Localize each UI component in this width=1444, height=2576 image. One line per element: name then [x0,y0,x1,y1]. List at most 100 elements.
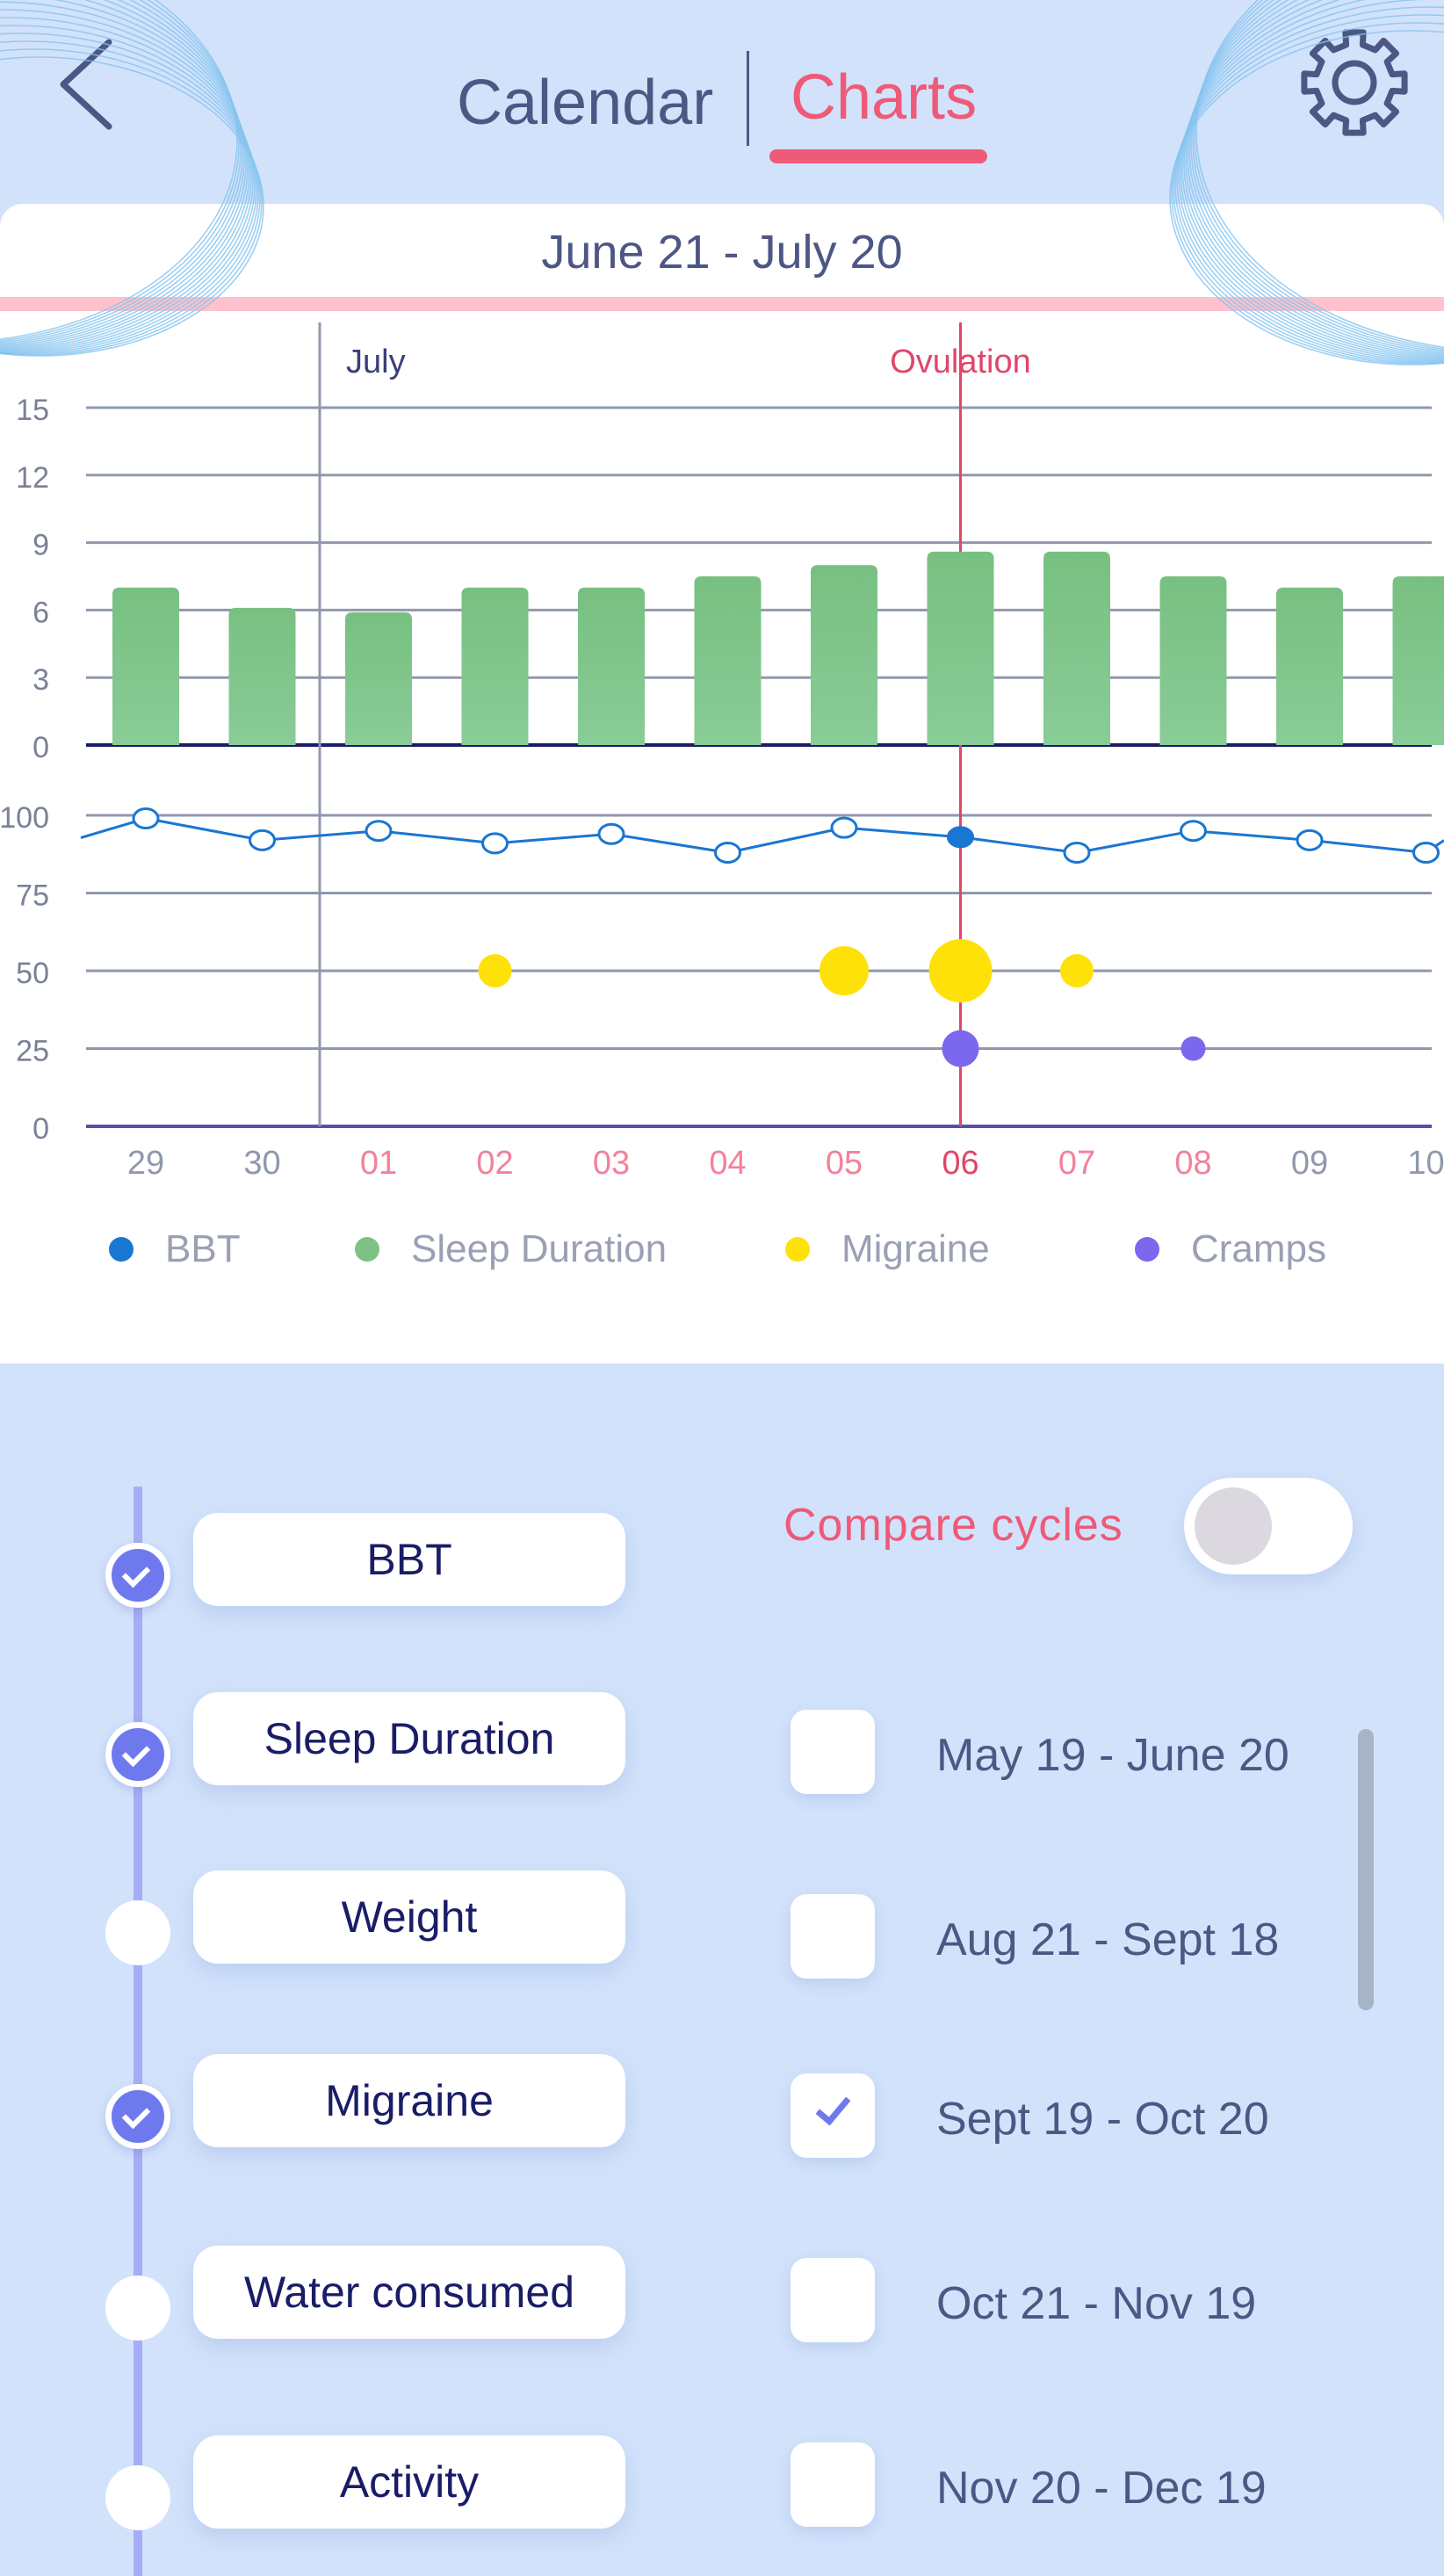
sleep-y-tick-label: 6 [32,596,49,629]
x-tick-label: 30 [243,1145,280,1182]
compare-cycles-label: Compare cycles [783,1499,1123,1552]
sleep-duration-bar [1276,588,1343,745]
bbt-point [949,828,973,847]
x-tick-label: 04 [709,1145,746,1182]
bbt-point [1065,843,1089,862]
metric-pill-activity[interactable]: Activity [193,2435,625,2529]
bbt-point [1414,843,1439,862]
symptom-y-tick-label: 100 [0,801,49,835]
cycle-chart[interactable]: 151296301007550250JulyOvulation293001020… [0,204,1444,1364]
legend-item: BBT [109,1214,241,1284]
bbt-point [366,821,391,841]
cycle-label: Sept 19 - Oct 20 [936,2093,1269,2145]
sleep-duration-bar [1160,576,1227,745]
legend-item: Migraine [785,1214,990,1284]
chart-card: June 21 - July 20 151296301007550250July… [0,204,1444,1364]
symptom-y-tick-label: 75 [16,879,49,913]
sleep-y-tick-label: 9 [32,529,49,562]
metric-checkbox[interactable] [105,1543,170,1608]
x-tick-label: 02 [476,1145,513,1182]
cramps-point [1181,1037,1206,1061]
symptom-y-tick-label: 25 [16,1035,49,1068]
bbt-point [250,830,275,850]
sleep-y-tick-label: 0 [32,731,49,764]
x-tick-label: 08 [1174,1145,1211,1182]
legend-item: Cramps [1135,1214,1326,1284]
x-tick-label: 29 [127,1145,164,1182]
legend-item: Sleep Duration [355,1214,667,1284]
x-tick-label: 10 [1407,1145,1444,1182]
tab-calendar[interactable]: Calendar [457,67,713,139]
legend-label: BBT [165,1227,241,1271]
cycle-checkbox[interactable] [791,2073,875,2158]
bbt-point [1181,821,1206,841]
cycle-checkbox[interactable] [791,2258,875,2342]
sleep-y-tick-label: 15 [16,394,49,427]
sleep-duration-bar [229,608,296,745]
sleep-duration-bar [112,588,179,745]
tab-charts[interactable]: Charts [791,62,977,134]
active-tab-indicator [769,149,987,163]
gear-icon [1291,19,1418,146]
migraine-point [929,939,993,1002]
metric-pill-bbt[interactable]: BBT [193,1513,625,1606]
compare-cycles-toggle[interactable] [1184,1478,1353,1574]
x-tick-label: 06 [942,1145,978,1182]
bbt-line [81,819,1444,853]
sleep-duration-bar [345,612,412,745]
cycle-checkbox[interactable] [791,2442,875,2527]
metric-pill-water-consumed[interactable]: Water consumed [193,2246,625,2339]
tab-divider [747,51,749,146]
symptom-y-tick-label: 50 [16,957,49,990]
legend-dot [109,1237,134,1262]
legend-dot [355,1237,379,1262]
legend-label: Sleep Duration [411,1227,667,1271]
sleep-duration-bar [928,552,994,745]
controls-panel: BBT Sleep Duration Weight Migraine Water con… [0,1364,1444,2569]
cycle-label: Aug 21 - Sept 18 [936,1914,1279,1966]
chart-gridlines [86,408,1432,1126]
settings-button[interactable] [1291,19,1418,146]
metric-pill-weight[interactable]: Weight [193,1870,625,1964]
legend-label: Migraine [841,1227,990,1271]
x-tick-label: 01 [360,1145,397,1182]
cycle-checkbox[interactable] [791,1710,875,1794]
ovulation-label: Ovulation [890,344,1031,380]
legend-dot [785,1237,810,1262]
x-tick-label: 07 [1058,1145,1095,1182]
cycles-scrollbar[interactable] [1358,1729,1374,2010]
x-tick-label: 05 [826,1145,863,1182]
sleep-y-tick-label: 12 [16,461,49,495]
x-tick-label: 09 [1291,1145,1328,1182]
migraine-point [819,946,869,995]
symptom-y-tick-label: 0 [32,1112,49,1146]
metric-checkbox[interactable] [105,2276,170,2341]
migraine-point [1060,954,1094,988]
sleep-duration-bar [578,588,645,745]
sleep-y-tick-label: 3 [32,663,49,697]
metric-checkbox[interactable] [105,2084,170,2149]
metric-checkbox[interactable] [105,1900,170,1965]
sleep-duration-bar [462,588,529,745]
bbt-point [716,843,740,862]
metric-pill-migraine[interactable]: Migraine [193,2054,625,2147]
toggle-knob [1195,1487,1272,1565]
cramps-point [942,1031,979,1067]
cycle-label: Oct 21 - Nov 19 [936,2277,1256,2330]
cycle-checkbox[interactable] [791,1894,875,1979]
bbt-point [832,818,856,837]
sleep-duration-bar [1043,552,1110,745]
cycle-label: May 19 - June 20 [936,1729,1289,1782]
sleep-duration-bar [811,565,877,745]
metric-checkbox[interactable] [105,2465,170,2530]
bbt-point [1297,830,1322,850]
metric-checkbox[interactable] [105,1722,170,1787]
metric-pill-sleep-duration[interactable]: Sleep Duration [193,1692,625,1785]
top-navigation-bar: Calendar Charts [0,0,1444,204]
sleep-duration-bar [1393,576,1444,745]
legend-label: Cramps [1191,1227,1326,1271]
bbt-point [483,834,508,853]
back-button[interactable] [53,35,123,141]
metrics-timeline-line [134,1487,142,2576]
x-tick-label: 03 [593,1145,630,1182]
